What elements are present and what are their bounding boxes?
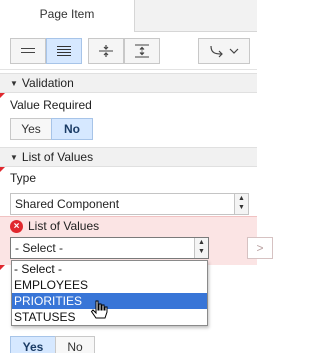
bottom-yes-button[interactable]: Yes <box>10 336 56 353</box>
collapse-triangle-icon: ▼ <box>10 79 18 88</box>
value-required-label: Value Required <box>10 98 92 112</box>
type-label: Type <box>10 171 37 185</box>
required-marker <box>0 265 5 270</box>
lov-field-label: List of Values <box>28 219 100 233</box>
validation-section-header[interactable]: ▼ Validation <box>0 73 257 93</box>
validation-header-label: Validation <box>21 76 74 90</box>
type-select[interactable]: Shared Component ▲ ▼ <box>10 193 249 215</box>
lov-select[interactable]: - Select - ▲ ▼ <box>10 237 209 259</box>
tab-page-item[interactable]: Page Item <box>0 0 135 32</box>
lov-select-value: - Select - <box>15 241 64 255</box>
tab-bar: Page Item <box>0 0 257 32</box>
select-spinner-icon: ▲ ▼ <box>194 238 208 258</box>
collapse-triangle-icon: ▼ <box>10 153 18 162</box>
lov-section-header[interactable]: ▼ List of Values <box>0 147 257 167</box>
bottom-no-button[interactable]: No <box>55 336 95 353</box>
required-marker <box>0 93 5 98</box>
value-required-toggle: Yes No <box>10 118 93 140</box>
toolbar <box>0 32 257 70</box>
type-select-value: Shared Component <box>15 197 120 211</box>
rows-dense-icon[interactable] <box>46 38 82 64</box>
lov-header-label: List of Values <box>21 150 94 164</box>
value-required-no-button[interactable]: No <box>51 118 93 140</box>
required-marker <box>0 167 5 172</box>
value-required-yes-button[interactable]: Yes <box>10 118 52 140</box>
collapse-icon[interactable] <box>88 38 124 64</box>
dropdown-option[interactable]: EMPLOYEES <box>12 277 207 293</box>
pointer-cursor-icon <box>90 299 112 326</box>
lov-goto-button[interactable]: > <box>247 237 273 259</box>
error-icon: × <box>10 220 23 233</box>
bottom-yes-no-toggle: Yes No <box>10 336 95 353</box>
goto-icon[interactable] <box>198 38 250 64</box>
select-spinner-icon: ▲ ▼ <box>234 194 248 214</box>
expand-icon[interactable] <box>124 38 160 64</box>
rows-icon[interactable] <box>10 38 46 64</box>
dropdown-option[interactable]: - Select - <box>12 261 207 277</box>
